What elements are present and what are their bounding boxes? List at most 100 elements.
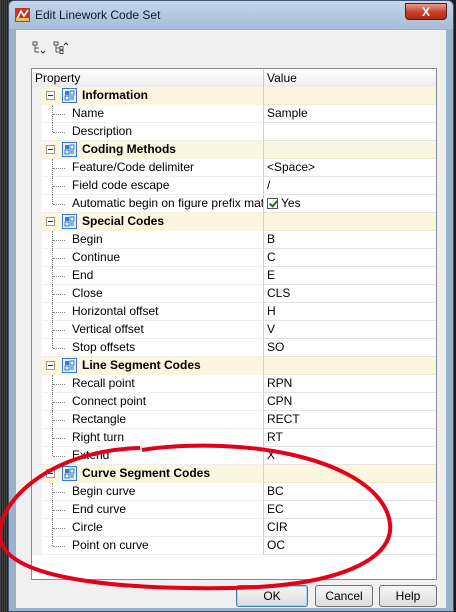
- collapse-toggle-icon[interactable]: [46, 469, 55, 478]
- property-row-end[interactable]: End E: [32, 267, 436, 285]
- property-row-extend[interactable]: Extend X: [32, 447, 436, 465]
- close-button[interactable]: X: [405, 3, 447, 20]
- property-name-cell[interactable]: Name: [42, 105, 263, 123]
- category-row-information[interactable]: Information: [32, 87, 436, 105]
- property-value-cell[interactable]: [263, 141, 436, 159]
- property-name-cell[interactable]: Coding Methods: [42, 141, 263, 159]
- property-name-cell[interactable]: End: [42, 267, 263, 285]
- property-name-cell[interactable]: Information: [42, 87, 263, 105]
- property-name-cell[interactable]: Close: [42, 285, 263, 303]
- property-value-cell[interactable]: CLS: [263, 285, 436, 303]
- property-name-cell[interactable]: Horizontal offset: [42, 303, 263, 321]
- expand-all-icon[interactable]: [52, 40, 68, 56]
- property-value-cell[interactable]: EC: [263, 501, 436, 519]
- property-value-cell[interactable]: B: [263, 231, 436, 249]
- property-value-cell[interactable]: X: [263, 447, 436, 465]
- property-value-cell[interactable]: Yes: [263, 195, 436, 213]
- ok-button[interactable]: OK: [236, 585, 308, 607]
- property-row-field-code-escape[interactable]: Field code escape /: [32, 177, 436, 195]
- property-name-cell[interactable]: Line Segment Codes: [42, 357, 263, 375]
- property-row-end-curve[interactable]: End curve EC: [32, 501, 436, 519]
- property-value-cell[interactable]: BC: [263, 483, 436, 501]
- property-value-cell[interactable]: CIR: [263, 519, 436, 537]
- property-value-cell[interactable]: RECT: [263, 411, 436, 429]
- help-button[interactable]: Help: [379, 585, 437, 607]
- cancel-button[interactable]: Cancel: [315, 585, 373, 607]
- property-value-cell[interactable]: [263, 357, 436, 375]
- property-row-right-turn[interactable]: Right turn RT: [32, 429, 436, 447]
- property-row-stop-offsets[interactable]: Stop offsets SO: [32, 339, 436, 357]
- property-value-cell[interactable]: RPN: [263, 375, 436, 393]
- collapse-all-icon[interactable]: [30, 40, 46, 56]
- title-bar[interactable]: Edit Linework Code Set X: [9, 1, 453, 29]
- property-name-cell[interactable]: Vertical offset: [42, 321, 263, 339]
- property-name-cell[interactable]: Automatic begin on figure prefix match: [42, 195, 277, 213]
- property-row-connect-point[interactable]: Connect point CPN: [32, 393, 436, 411]
- property-value-cell[interactable]: CPN: [263, 393, 436, 411]
- property-name-cell[interactable]: Continue: [42, 249, 263, 267]
- property-value: RPN: [267, 376, 293, 390]
- row-gutter: [32, 195, 42, 213]
- property-name-cell[interactable]: Connect point: [42, 393, 263, 411]
- yes-checkbox[interactable]: [267, 198, 278, 209]
- property-value-cell[interactable]: E: [263, 267, 436, 285]
- collapse-toggle-icon[interactable]: [46, 91, 55, 100]
- property-value-cell[interactable]: RT: [263, 429, 436, 447]
- property-row-begin-curve[interactable]: Begin curve BC: [32, 483, 436, 501]
- property-value-cell[interactable]: Sample: [263, 105, 436, 123]
- property-value-cell[interactable]: H: [263, 303, 436, 321]
- property-column-header[interactable]: Property: [35, 71, 80, 85]
- row-gutter: [32, 249, 42, 267]
- property-row-automatic-begin-on-figure-prefix-match[interactable]: Automatic begin on figure prefix match Ye…: [32, 195, 436, 213]
- property-name-cell[interactable]: Recall point: [42, 375, 263, 393]
- property-value-cell[interactable]: [263, 123, 436, 141]
- property-row-rectangle[interactable]: Rectangle RECT: [32, 411, 436, 429]
- collapse-toggle-icon[interactable]: [46, 217, 55, 226]
- property-name-cell[interactable]: Stop offsets: [42, 339, 263, 357]
- property-value: E: [267, 268, 276, 282]
- property-row-circle[interactable]: Circle CIR: [32, 519, 436, 537]
- property-value-cell[interactable]: /: [263, 177, 436, 195]
- value-column-header[interactable]: Value: [267, 71, 297, 85]
- property-row-description[interactable]: Description: [32, 123, 436, 141]
- column-separator[interactable]: [263, 69, 264, 87]
- property-name-cell[interactable]: Begin curve: [42, 483, 263, 501]
- category-row-coding-methods[interactable]: Coding Methods: [32, 141, 436, 159]
- property-row-begin[interactable]: Begin B: [32, 231, 436, 249]
- property-name-cell[interactable]: Right turn: [42, 429, 263, 447]
- property-name-cell[interactable]: Extend: [42, 447, 263, 465]
- property-value-cell[interactable]: OC: [263, 537, 436, 555]
- collapse-toggle-icon[interactable]: [46, 145, 55, 154]
- property-value-cell[interactable]: C: [263, 249, 436, 267]
- property-name-cell[interactable]: Curve Segment Codes: [42, 465, 263, 483]
- property-row-vertical-offset[interactable]: Vertical offset V: [32, 321, 436, 339]
- property-row-name[interactable]: Name Sample: [32, 105, 436, 123]
- property-row-point-on-curve[interactable]: Point on curve OC: [32, 537, 436, 555]
- property-row-recall-point[interactable]: Recall point RPN: [32, 375, 436, 393]
- property-name-cell[interactable]: End curve: [42, 501, 263, 519]
- category-row-special-codes[interactable]: Special Codes: [32, 213, 436, 231]
- property-value-cell[interactable]: [263, 465, 436, 483]
- property-row-horizontal-offset[interactable]: Horizontal offset H: [32, 303, 436, 321]
- category-row-curve-segment-codes[interactable]: Curve Segment Codes: [32, 465, 436, 483]
- property-value-cell[interactable]: [263, 87, 436, 105]
- category-row-line-segment-codes[interactable]: Line Segment Codes: [32, 357, 436, 375]
- property-name-cell[interactable]: Rectangle: [42, 411, 263, 429]
- property-name-cell[interactable]: Special Codes: [42, 213, 263, 231]
- property-row-close[interactable]: Close CLS: [32, 285, 436, 303]
- property-row-feature-code-delimiter[interactable]: Feature/Code delimiter <Space>: [32, 159, 436, 177]
- property-label: Field code escape: [72, 178, 170, 192]
- property-name-cell[interactable]: Description: [42, 123, 263, 141]
- property-name-cell[interactable]: Feature/Code delimiter: [42, 159, 263, 177]
- property-name-cell[interactable]: Field code escape: [42, 177, 263, 195]
- property-row-continue[interactable]: Continue C: [32, 249, 436, 267]
- property-value-cell[interactable]: [263, 213, 436, 231]
- collapse-toggle-icon[interactable]: [46, 361, 55, 370]
- property-value-cell[interactable]: <Space>: [263, 159, 436, 177]
- property-name-cell[interactable]: Circle: [42, 519, 263, 537]
- row-gutter: [32, 177, 42, 195]
- property-value-cell[interactable]: V: [263, 321, 436, 339]
- property-name-cell[interactable]: Begin: [42, 231, 263, 249]
- property-name-cell[interactable]: Point on curve: [42, 537, 263, 555]
- property-value-cell[interactable]: SO: [263, 339, 436, 357]
